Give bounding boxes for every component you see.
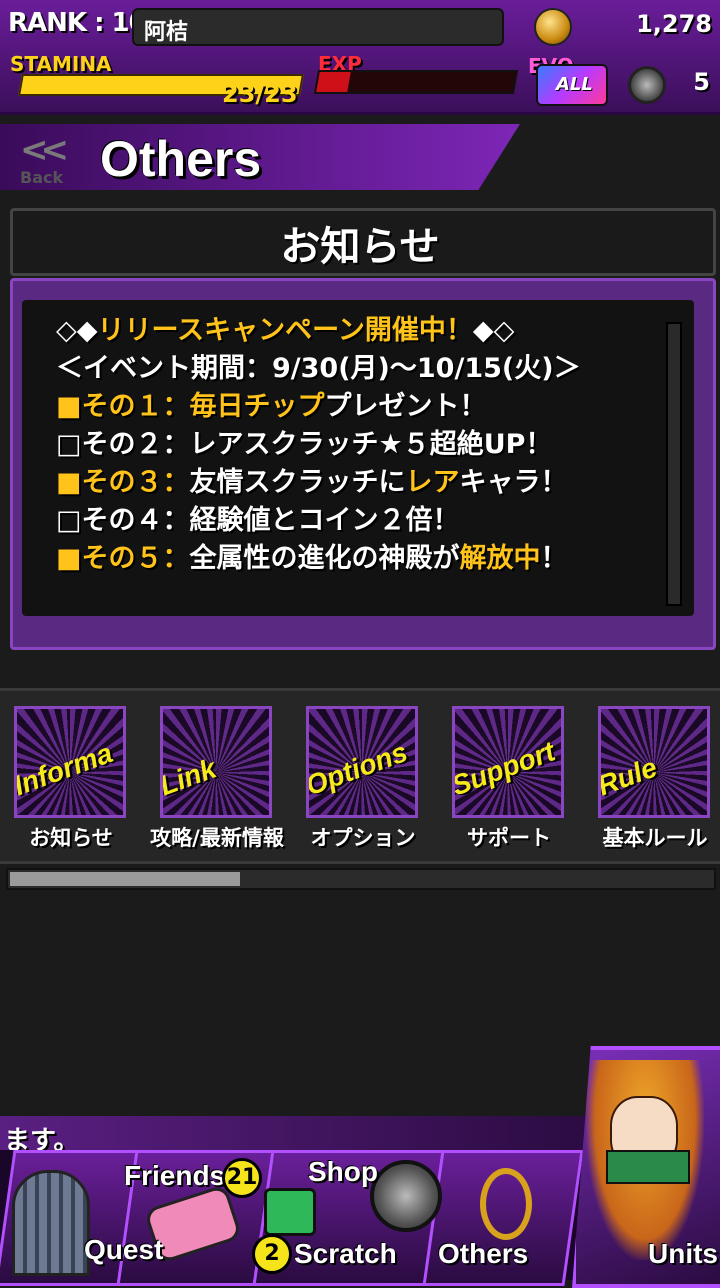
page-header: << Back Others — [0, 114, 720, 198]
menu-item-notice[interactable]: Informa お知らせ — [10, 706, 130, 856]
notice-segment: ◆◇ — [472, 315, 515, 346]
nav-others-label: Others — [438, 1238, 529, 1269]
nav-friends[interactable]: Friends 21 — [120, 1150, 270, 1240]
scratch-badge: 2 — [252, 1234, 292, 1274]
friends-badge: 21 — [222, 1158, 262, 1198]
notice-segment: ■その５： — [56, 543, 190, 574]
nav-others[interactable]: Others — [432, 1150, 568, 1280]
exp-bar-fill — [316, 72, 352, 92]
notice-line: ◇◆リリースキャンペーン開催中！◆◇ — [56, 312, 656, 350]
nav-shop-label: Shop — [308, 1156, 378, 1187]
back-label: Back — [20, 168, 64, 187]
notice-segment: ◇◆ — [56, 315, 98, 346]
player-name-box[interactable]: 阿桔 — [132, 8, 504, 46]
medal-icon — [628, 66, 666, 104]
notice-line: □その２：レアスクラッチ★５超絶UP！ — [56, 426, 656, 464]
menu-scrollbar[interactable] — [6, 868, 716, 890]
menu-item-label: お知らせ — [29, 826, 113, 850]
notice-segment: 毎日チップ — [189, 391, 325, 422]
notice-line: □その４：経験値とコイン２倍！ — [56, 502, 656, 540]
nav-scratch-label: Scratch — [294, 1238, 397, 1269]
nav-friends-label: Friends — [124, 1160, 226, 1191]
menu-item-label: 基本ルール — [602, 826, 708, 850]
menu-scrollbar-thumb[interactable] — [10, 872, 240, 886]
status-bar: RANK : 10 阿桔 1,278 STAMINA 23/23 EXP EVO… — [0, 0, 720, 115]
back-button[interactable]: << Back — [14, 130, 80, 192]
exp-bar — [313, 70, 519, 94]
evo-all-label: ALL — [556, 74, 593, 95]
notice-segment: ＜イベント期間：9/30(月)～10/15(火)＞ — [56, 353, 581, 384]
menu-item-options[interactable]: Options オプション — [302, 706, 422, 856]
character-scarf — [606, 1150, 690, 1184]
notice-menu-icon: Informa — [14, 706, 126, 818]
evo-all-button[interactable]: ALL — [536, 64, 608, 106]
coin-icon — [534, 8, 572, 46]
nav-scratch[interactable]: 2 Scratch — [250, 1228, 400, 1280]
page-title: Others — [100, 131, 262, 187]
menu-item-support[interactable]: Support サポート — [448, 706, 568, 856]
menu-item-label: サポート — [467, 826, 551, 850]
stamina-label: STAMINA — [10, 52, 112, 76]
notice-segment: レア — [405, 467, 460, 498]
notice-segment: ！ — [540, 543, 568, 574]
stamina-value: 23/23 — [222, 80, 298, 108]
rule-menu-icon: Rule — [598, 706, 710, 818]
notice-segment: □その２：レアスクラッチ★５超絶UP！ — [56, 429, 553, 460]
notice-line: ■その３：友情スクラッチにレアキャラ！ — [56, 464, 656, 502]
support-menu-icon: Support — [452, 706, 564, 818]
rank-label: RANK : 10 — [8, 8, 147, 38]
notice-segment: 解放中 — [459, 543, 541, 574]
notice-line: ■その１：毎日チッププレゼント！ — [56, 388, 656, 426]
menu-item-label: オプション — [310, 826, 416, 850]
notice-line: ■その５：全属性の進化の神殿が解放中！ — [56, 540, 656, 578]
notice-text: ◇◆リリースキャンペーン開催中！◆◇ ＜イベント期間：9/30(月)～10/15(… — [56, 312, 656, 578]
notice-segment: 全属性の進化の神殿が — [189, 543, 460, 574]
menu-item-label: 攻略/最新情報 — [150, 826, 284, 850]
double-chevron-left-icon: << — [20, 130, 69, 170]
notice-segment: プレゼント！ — [324, 391, 487, 422]
coin-count: 1,278 — [636, 10, 712, 38]
notice-segment: 友情スクラッチに — [189, 467, 406, 498]
notice-segment: □その４：経験値とコイン２倍！ — [56, 505, 460, 536]
notice-segment: ■その１： — [56, 391, 190, 422]
options-menu-icon: Options — [306, 706, 418, 818]
nav-units-label: Units — [648, 1238, 718, 1269]
nav-shop[interactable]: Shop — [300, 1150, 440, 1230]
notice-title: お知らせ — [280, 224, 440, 270]
menu-item-rule[interactable]: Rule 基本ルール — [594, 706, 714, 856]
notice-segment: リリースキャンペーン開催中！ — [97, 315, 473, 346]
notice-scrollbar[interactable] — [666, 322, 682, 606]
notice-line: ＜イベント期間：9/30(月)～10/15(火)＞ — [56, 350, 656, 388]
menu-item-link[interactable]: Link 攻略/最新情報 — [150, 706, 284, 856]
link-menu-icon: Link — [160, 706, 272, 818]
notice-segment: キャラ！ — [459, 467, 568, 498]
player-name: 阿桔 — [144, 20, 189, 45]
notice-segment: ■その３： — [56, 467, 190, 498]
medal-count: 5 — [693, 68, 710, 96]
